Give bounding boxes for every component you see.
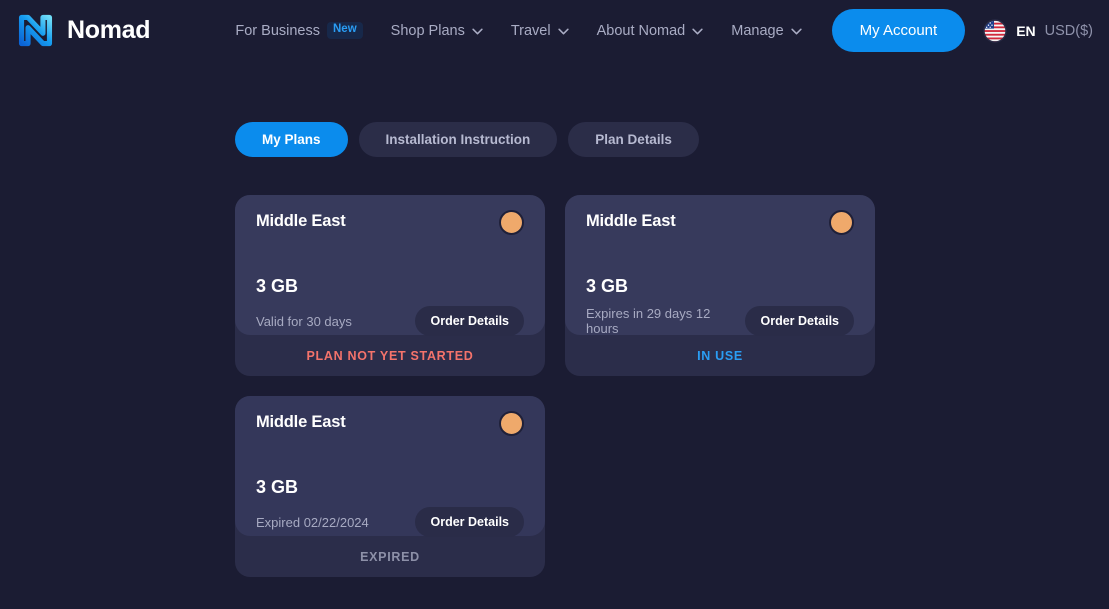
plan-card-body: Middle East 3 GB Expires in 29 days 12 h…	[565, 195, 875, 336]
plan-card[interactable]: Middle East 3 GB Expired 02/22/2024 Orde…	[235, 396, 545, 577]
chevron-down-icon	[790, 23, 802, 39]
plan-card[interactable]: Middle East 3 GB Expires in 29 days 12 h…	[565, 195, 875, 376]
plan-card-header: Middle East	[256, 411, 524, 436]
nav-links: For Business New Shop Plans Travel About…	[235, 0, 1093, 61]
plan-card-actions: Expired 02/22/2024 Order Details	[256, 507, 524, 537]
nav-item-label: For Business	[235, 22, 320, 39]
plan-validity-label: Expires in 29 days 12 hours	[586, 306, 711, 336]
plan-region-label: Middle East	[586, 212, 676, 230]
plan-card-actions: Valid for 30 days Order Details	[256, 306, 524, 336]
chevron-down-icon	[472, 23, 483, 39]
chevron-down-icon	[692, 23, 703, 39]
brand-logo[interactable]: Nomad	[15, 10, 151, 51]
plan-tabs: My Plans Installation Instruction Plan D…	[235, 122, 1109, 157]
plan-data-amount: 3 GB	[586, 276, 629, 296]
plan-card-list: Middle East 3 GB Valid for 30 days Order…	[235, 195, 895, 577]
plan-status-badge: PLAN NOT YET STARTED	[306, 348, 474, 363]
plan-region-label: Middle East	[256, 413, 346, 431]
nav-item-label: Shop Plans	[390, 22, 465, 39]
plan-card-header: Middle East	[586, 210, 854, 235]
nav-item-label: Travel	[510, 22, 551, 39]
my-account-button[interactable]: My Account	[831, 9, 966, 52]
plan-region-label: Middle East	[256, 212, 346, 230]
order-details-button[interactable]: Order Details	[415, 507, 524, 537]
locale-switcher: EN USD($)	[983, 18, 1093, 43]
plan-card[interactable]: Middle East 3 GB Valid for 30 days Order…	[235, 195, 545, 376]
tab-plan-details[interactable]: Plan Details	[568, 122, 699, 157]
plan-card-header: Middle East	[256, 210, 524, 235]
nav-item-travel[interactable]: Travel	[497, 0, 583, 61]
language-selector[interactable]: EN	[1016, 23, 1035, 39]
nav-item-about-nomad[interactable]: About Nomad	[583, 0, 718, 61]
nav-item-for-business[interactable]: For Business New	[235, 0, 376, 61]
tab-my-plans[interactable]: My Plans	[235, 122, 348, 157]
plan-status-badge: EXPIRED	[360, 549, 420, 564]
plan-data-amount: 3 GB	[256, 477, 299, 497]
order-details-button[interactable]: Order Details	[415, 306, 524, 336]
region-flag-icon	[829, 210, 854, 235]
plan-validity-label: Expired 02/22/2024	[256, 514, 369, 530]
nav-item-shop-plans[interactable]: Shop Plans	[377, 0, 497, 61]
top-navbar: Nomad For Business New Shop Plans Travel…	[0, 0, 1109, 61]
region-flag-icon	[499, 210, 524, 235]
nav-item-manage[interactable]: Manage	[717, 0, 815, 61]
plan-card-body: Middle East 3 GB Valid for 30 days Order…	[235, 195, 545, 336]
plan-card-actions: Expires in 29 days 12 hours Order Detail…	[586, 306, 854, 336]
new-badge: New	[327, 22, 363, 39]
currency-selector[interactable]: USD($)	[1045, 23, 1093, 39]
nomad-logo-icon	[15, 10, 56, 51]
chevron-down-icon	[557, 23, 569, 39]
plan-validity-label: Valid for 30 days	[256, 313, 352, 329]
plan-status-badge: IN USE	[697, 348, 743, 363]
plan-data-amount: 3 GB	[256, 276, 299, 296]
nav-item-label: About Nomad	[596, 22, 686, 39]
brand-name: Nomad	[67, 16, 151, 44]
tab-installation-instruction[interactable]: Installation Instruction	[358, 122, 558, 157]
us-flag-icon[interactable]	[983, 18, 1007, 43]
nav-item-label: Manage	[731, 22, 784, 39]
region-flag-icon	[499, 411, 524, 436]
order-details-button[interactable]: Order Details	[745, 306, 854, 336]
plan-card-body: Middle East 3 GB Expired 02/22/2024 Orde…	[235, 396, 545, 537]
